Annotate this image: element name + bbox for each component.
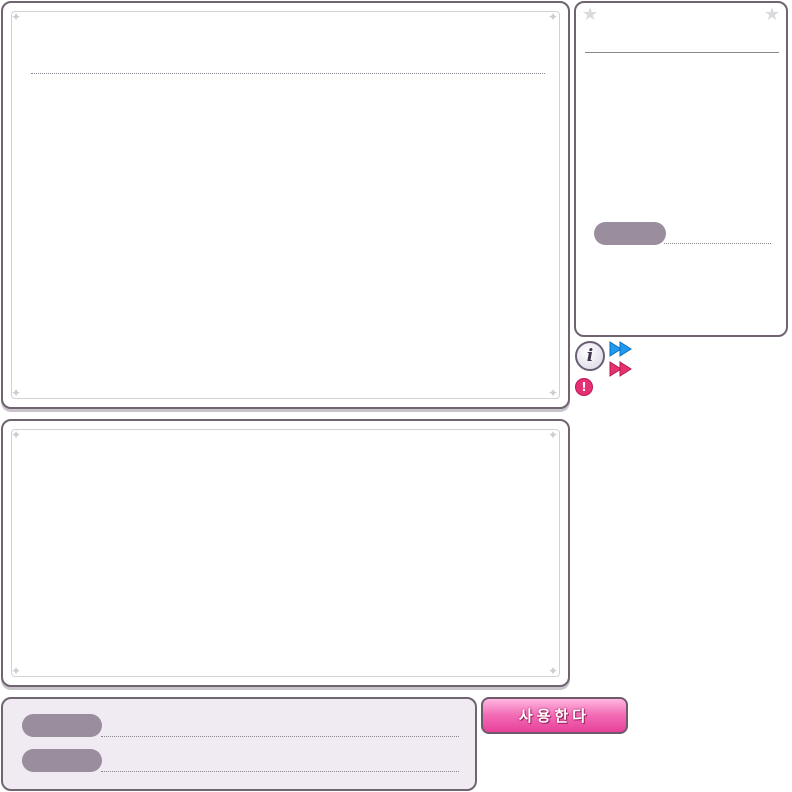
main-content-panel: ✦ ✦ ✦ ✦ <box>1 1 570 409</box>
side-panel-divider <box>585 52 779 53</box>
title-divider <box>31 73 545 74</box>
main-content-inner-frame <box>11 11 560 399</box>
sparkle-icon: ✦ <box>548 664 559 678</box>
stat-label-pill-1 <box>22 714 102 737</box>
star-icon: ★ <box>582 4 599 25</box>
sparkle-icon: ✦ <box>548 10 559 24</box>
fast-forward-blue-icon[interactable] <box>609 341 633 357</box>
stat-label-pill-2 <box>22 749 102 772</box>
sparkle-icon: ✦ <box>548 428 559 442</box>
sparkle-icon: ✦ <box>548 386 559 400</box>
side-panel-label-pill <box>594 222 666 245</box>
sparkle-icon: ✦ <box>11 664 22 678</box>
sparkle-icon: ✦ <box>11 428 22 442</box>
side-info-panel: ★ ★ <box>574 1 788 337</box>
sparkle-icon: ✦ <box>11 10 22 24</box>
fast-forward-pink-icon[interactable] <box>609 361 633 377</box>
use-button[interactable]: 사용한다 <box>481 697 628 734</box>
side-panel-value-line <box>664 243 771 244</box>
message-inner-frame <box>11 429 560 677</box>
stat-value-line-2 <box>101 771 459 772</box>
warning-icon: ! <box>575 378 593 396</box>
stat-value-line-1 <box>101 736 459 737</box>
stats-panel <box>1 697 477 791</box>
message-panel: ✦ ✦ ✦ ✦ <box>1 419 570 687</box>
star-icon: ★ <box>764 4 781 25</box>
info-icon[interactable]: i <box>575 341 605 371</box>
sparkle-icon: ✦ <box>11 386 22 400</box>
